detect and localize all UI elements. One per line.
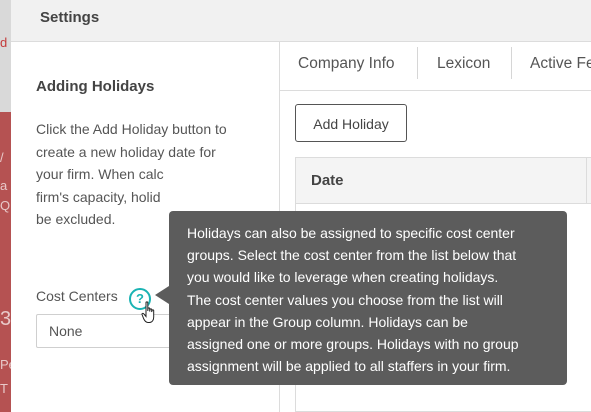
background-app-strip: d / a Q 3 Pe T	[0, 0, 11, 412]
background-text-fragment: a	[0, 178, 8, 193]
description-line: firm's capacity, holid	[36, 188, 161, 205]
description-line: your firm. When calc	[36, 166, 164, 182]
background-text-fragment: T	[0, 381, 8, 396]
tab-divider	[417, 47, 418, 79]
tooltip-line: The cost center values you choose from t…	[187, 291, 503, 308]
section-title: Adding Holidays	[36, 78, 155, 95]
tab-active-features[interactable]: Active Fe	[530, 47, 591, 81]
tab-company-info[interactable]: Company Info	[298, 47, 395, 81]
cost-centers-label: Cost Centers	[36, 288, 118, 304]
column-header-date[interactable]: Date	[311, 172, 344, 189]
panel-header: Settings	[11, 0, 591, 42]
cost-center-select-value: None	[49, 323, 83, 339]
tooltip-line: groups. Select the cost center from the …	[187, 247, 517, 264]
background-text-fragment: /	[0, 150, 4, 165]
tooltip-line: assigned one or more groups. Holidays wi…	[187, 336, 519, 353]
background-top	[0, 0, 11, 112]
background-text-fragment: d	[0, 35, 8, 50]
tooltip-arrow	[155, 286, 169, 304]
tooltip-line: appear in the Group column. Holidays can…	[187, 313, 468, 330]
description-line: Click the Add Holiday button to	[36, 121, 227, 137]
background-text-fragment: 3	[0, 308, 11, 330]
cost-centers-tooltip: Holidays can also be assigned to specifi…	[169, 211, 567, 385]
tab-divider	[511, 47, 512, 79]
tooltip-line: assignment will be applied to all staffe…	[187, 358, 511, 375]
tab-lexicon[interactable]: Lexicon	[437, 47, 490, 81]
tooltip-line: you would like to leverage when creating…	[187, 269, 499, 286]
column-divider	[586, 158, 587, 203]
hand-pointer-icon	[141, 301, 155, 323]
panel-title: Settings	[40, 9, 100, 26]
settings-tabs: Company Info Lexicon Active Fe	[280, 42, 591, 91]
table-header: Date	[296, 158, 591, 204]
description-line: create a new holiday date for	[36, 143, 216, 160]
background-text-fragment: Q	[0, 198, 11, 213]
tooltip-line: Holidays can also be assigned to specifi…	[187, 225, 515, 241]
add-holiday-button[interactable]: Add Holiday	[295, 104, 407, 142]
background-text-fragment: Pe	[0, 357, 11, 372]
